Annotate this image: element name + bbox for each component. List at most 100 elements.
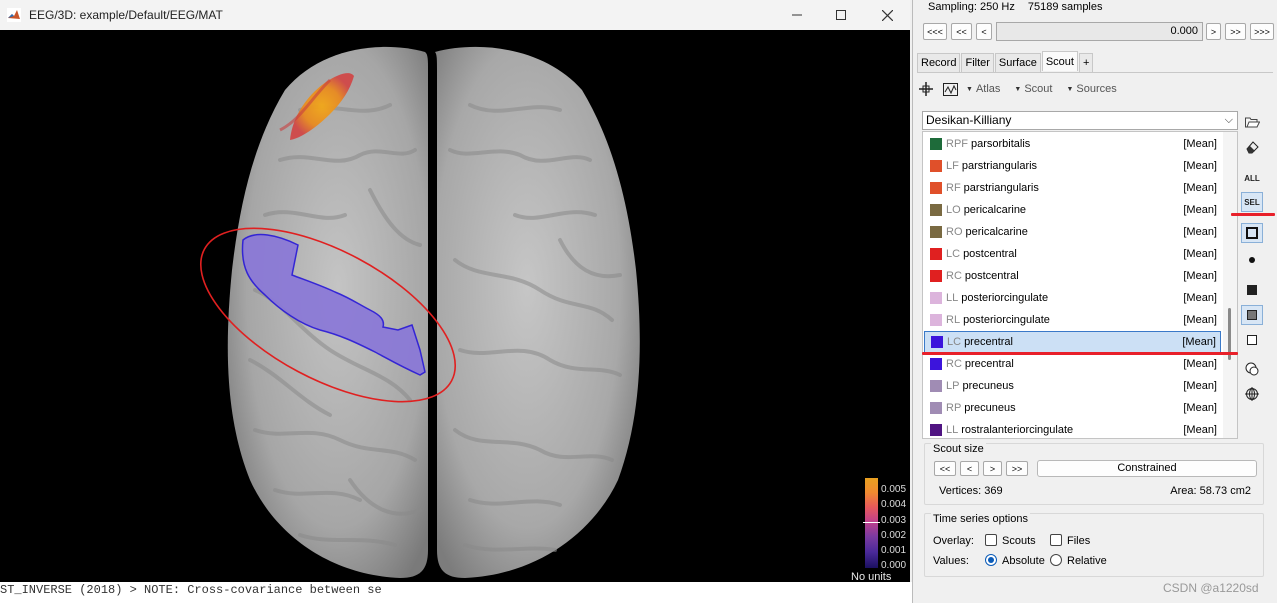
colorbar-tick: 0.004 xyxy=(881,499,907,510)
scout-row[interactable]: RF parstriangularis [Mean] xyxy=(924,177,1221,199)
scout-name: postcentral xyxy=(964,270,1019,282)
jump-back-far-button[interactable]: <<< xyxy=(923,23,947,40)
absolute-radio[interactable]: Absolute xyxy=(985,554,1045,567)
colorbar-tick: 0.001 xyxy=(881,545,907,556)
scout-row[interactable]: LC postcentral [Mean] xyxy=(924,243,1221,265)
panel-tabs: Record Filter Surface Scout + xyxy=(917,51,1094,72)
scout-function: [Mean] xyxy=(1183,292,1217,304)
scout-row[interactable]: LL posteriorcingulate [Mean] xyxy=(924,287,1221,309)
time-field[interactable]: 0.000 xyxy=(996,22,1203,41)
scout-region-prefix: RC xyxy=(946,358,962,370)
contour-button[interactable] xyxy=(1241,223,1263,243)
scout-row[interactable]: RC postcentral [Mean] xyxy=(924,265,1221,287)
no-fill-button[interactable] xyxy=(1241,330,1263,350)
maximize-button[interactable] xyxy=(818,0,864,30)
shrink-more-button[interactable]: << xyxy=(934,461,956,476)
scout-row[interactable]: LP precuneus [Mean] xyxy=(924,375,1221,397)
sample-count: 75189 samples xyxy=(1027,1,1103,13)
scout-color-swatch xyxy=(930,292,942,304)
3d-viewport[interactable]: 0.005 0.004 0.003 0.002 0.001 0.000 No u… xyxy=(0,30,910,592)
scout-function: [Mean] xyxy=(1183,358,1217,370)
relative-radio[interactable]: Relative xyxy=(1050,554,1107,567)
atlas-value: Desikan-Killiany xyxy=(926,113,1012,127)
scout-row[interactable]: RO pericalcarine [Mean] xyxy=(924,221,1221,243)
scout-row[interactable]: RC precentral [Mean] xyxy=(924,353,1221,375)
tab-scout[interactable]: Scout xyxy=(1041,51,1078,71)
checkbox[interactable] xyxy=(1050,534,1062,546)
scout-row[interactable]: LL rostralanteriorcingulate [Mean] xyxy=(924,419,1221,438)
scout-row[interactable]: LC precentral [Mean] xyxy=(924,331,1221,353)
scout-menu[interactable]: ▼ Scout xyxy=(1014,83,1052,95)
brainstorm-panel: Sampling: 250 Hz 75189 samples <<< << < … xyxy=(912,0,1277,603)
scout-function: [Mean] xyxy=(1183,424,1217,436)
load-atlas-button[interactable] xyxy=(1241,112,1263,132)
transparent-fill-button[interactable] xyxy=(1241,305,1263,325)
overlay-scouts-checkbox[interactable]: Scouts xyxy=(985,534,1036,547)
jump-back-button[interactable]: << xyxy=(951,23,972,40)
tab-filter[interactable]: Filter xyxy=(961,53,994,72)
step-back-button[interactable]: < xyxy=(976,23,992,40)
sources-menu[interactable]: ▼ Sources xyxy=(1066,83,1116,95)
radio-button[interactable] xyxy=(1050,554,1062,566)
step-forward-button[interactable]: > xyxy=(1206,23,1221,40)
list-scrollbar[interactable] xyxy=(1223,132,1237,438)
annotation-underline-sel xyxy=(1231,213,1275,216)
scout-color-swatch xyxy=(930,424,942,436)
scout-row[interactable]: RL posteriorcingulate [Mean] xyxy=(924,309,1221,331)
scout-row[interactable]: RPF parsorbitalis [Mean] xyxy=(924,133,1221,155)
scout-row[interactable]: RP precuneus [Mean] xyxy=(924,397,1221,419)
global-view-button[interactable] xyxy=(1241,384,1263,404)
values-label: Values: xyxy=(933,555,969,567)
shrink-button[interactable]: < xyxy=(960,461,979,476)
scout-row[interactable]: LO pericalcarine [Mean] xyxy=(924,199,1221,221)
show-selected-button[interactable]: SEL xyxy=(1241,192,1263,212)
vertices-count: Vertices: 369 xyxy=(939,485,1003,497)
scout-function: [Mean] xyxy=(1183,402,1217,414)
brain-surface-render[interactable] xyxy=(0,30,910,592)
overlay-files-checkbox[interactable]: Files xyxy=(1050,534,1090,547)
empty-square-icon xyxy=(1247,335,1257,345)
scout-function: [Mean] xyxy=(1183,314,1217,326)
time-series-icon[interactable] xyxy=(942,81,958,97)
annotation-underline-row xyxy=(922,352,1238,355)
files-label: Files xyxy=(1067,535,1091,547)
scout-function: [Mean] xyxy=(1183,204,1217,216)
crosshair-icon[interactable] xyxy=(918,81,934,97)
scout-name: parstriangularis xyxy=(963,182,1039,194)
tab-surface[interactable]: Surface xyxy=(994,53,1041,72)
color-button[interactable] xyxy=(1241,359,1263,379)
grow-button[interactable]: > xyxy=(983,461,1002,476)
colorbar-tick: 0.003 xyxy=(881,515,907,526)
sampling-rate: Sampling: 250 Hz xyxy=(928,1,1015,13)
atlas-menu[interactable]: ▼ Atlas xyxy=(966,83,1000,95)
figure-titlebar[interactable]: EEG/3D: example/Default/EEG/MAT xyxy=(0,0,910,30)
seed-button[interactable] xyxy=(1241,250,1263,270)
scout-list[interactable]: RPF parsorbitalis [Mean] LF parstriangularis… xyxy=(922,131,1238,439)
jump-forward-button[interactable]: >> xyxy=(1225,23,1246,40)
scout-name: posteriorcingulate xyxy=(961,292,1049,304)
scout-name: postcentral xyxy=(963,248,1017,260)
minimize-button[interactable] xyxy=(774,0,820,30)
jump-forward-far-button[interactable]: >>> xyxy=(1250,23,1274,40)
scout-region-prefix: RC xyxy=(946,270,962,282)
scout-row[interactable]: LF parstriangularis [Mean] xyxy=(924,155,1221,177)
scout-region-prefix: RO xyxy=(946,226,963,238)
close-icon xyxy=(881,9,893,21)
eraser-icon xyxy=(1246,141,1259,154)
sources-menu-label: Sources xyxy=(1076,83,1117,95)
atlas-dropdown[interactable]: Desikan-Killiany ⌵ xyxy=(922,111,1238,130)
globe-icon xyxy=(1245,387,1259,401)
close-button[interactable] xyxy=(864,0,910,30)
show-all-button[interactable]: ALL xyxy=(1241,168,1263,188)
tab-add[interactable]: + xyxy=(1078,53,1094,72)
constrained-button[interactable]: Constrained xyxy=(1037,460,1257,477)
opaque-fill-button[interactable] xyxy=(1241,280,1263,300)
checkbox[interactable] xyxy=(985,534,997,546)
relative-label: Relative xyxy=(1067,555,1107,567)
scout-region-prefix: LP xyxy=(946,380,960,392)
grow-more-button[interactable]: >> xyxy=(1006,461,1028,476)
scout-color-swatch xyxy=(930,248,942,260)
tab-record[interactable]: Record xyxy=(917,53,961,72)
eraser-button[interactable] xyxy=(1241,137,1263,157)
radio-button[interactable] xyxy=(985,554,997,566)
